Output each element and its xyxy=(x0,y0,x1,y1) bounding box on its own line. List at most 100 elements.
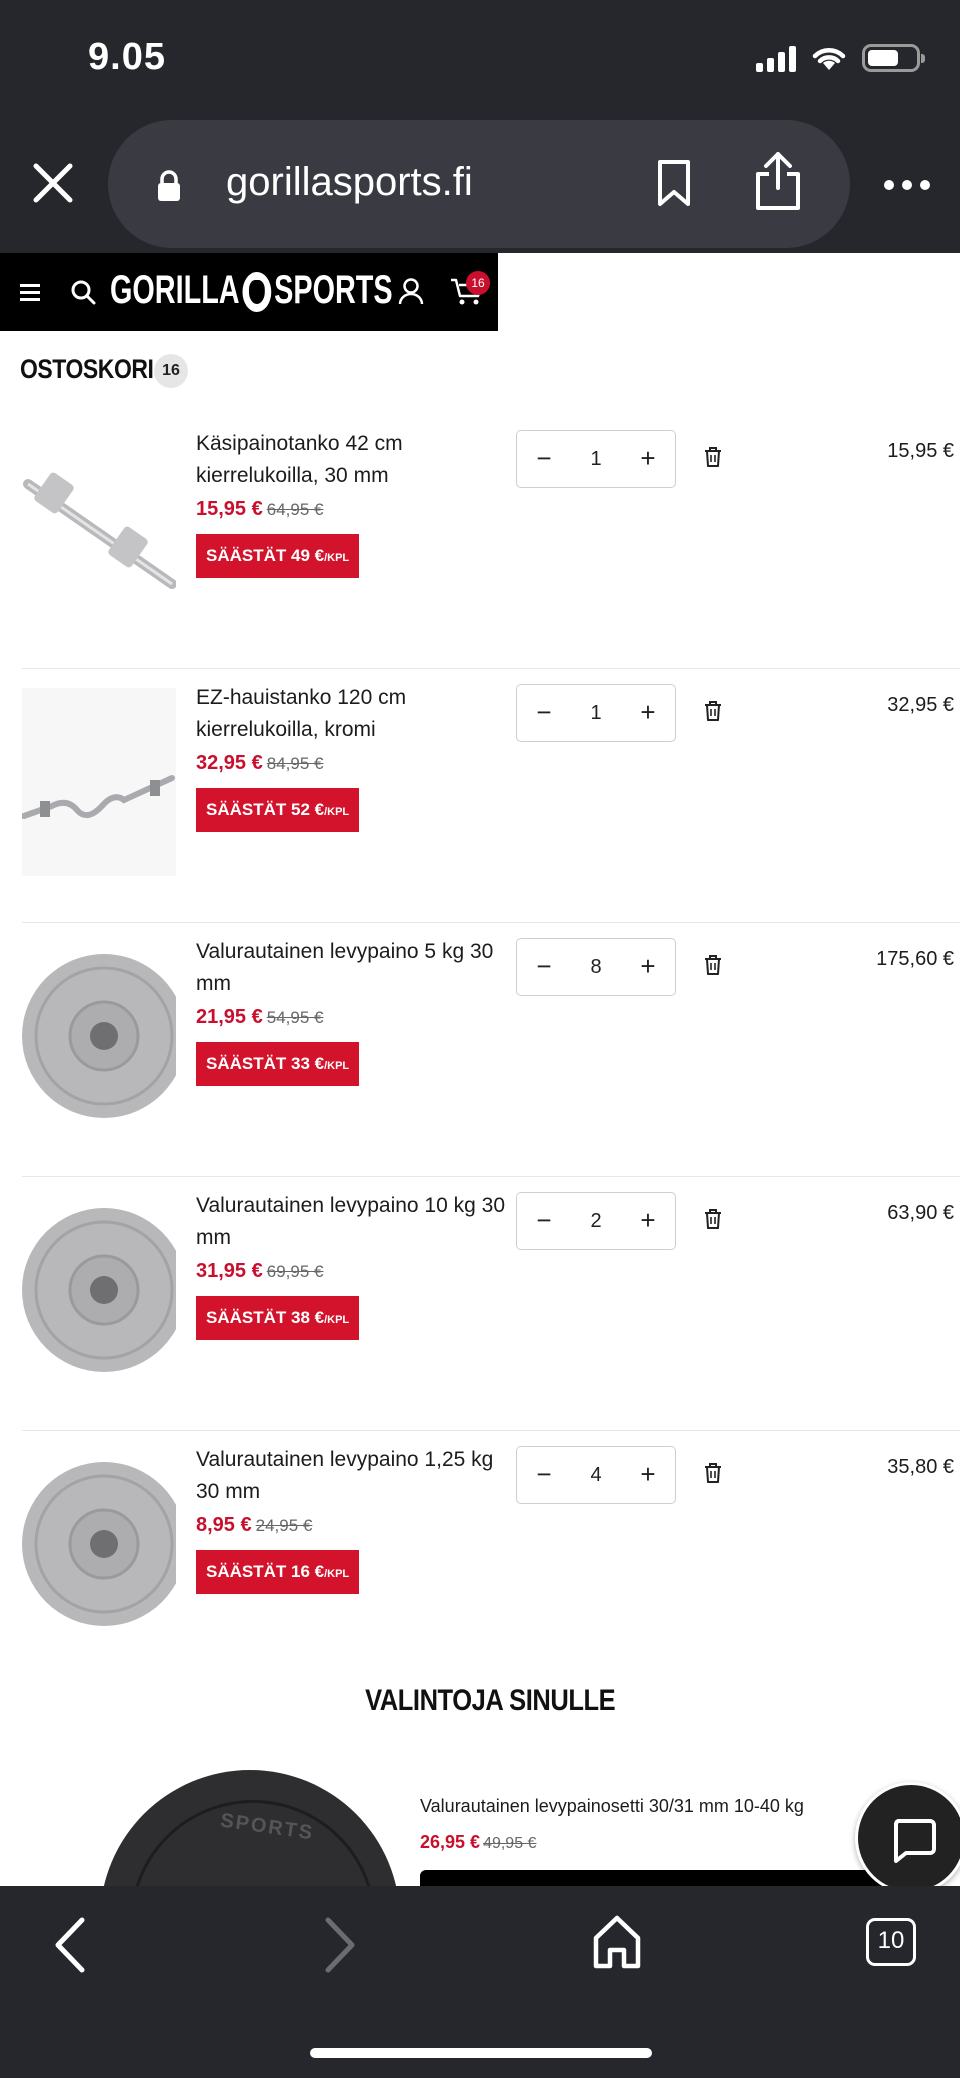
savings-unit: /KPL xyxy=(324,1060,350,1072)
product-name[interactable]: Valurautainen levypaino 1,25 kg 30 mm xyxy=(196,1444,506,1508)
quantity-stepper: −4 + xyxy=(516,1446,676,1504)
cart-count-badge: 16 xyxy=(466,271,490,295)
url-bar[interactable]: gorillasports.fi xyxy=(108,120,850,248)
tabs-button[interactable]: 10 xyxy=(866,1918,916,1966)
quantity-value[interactable]: 2 xyxy=(567,1193,625,1249)
product-name[interactable]: Valurautainen levypaino 5 kg 30 mm xyxy=(196,936,506,1000)
home-indicator xyxy=(310,2048,652,2058)
close-icon[interactable] xyxy=(30,160,76,206)
gorilla-logo-icon xyxy=(242,271,272,312)
line-total: 175,60 € xyxy=(876,948,954,970)
savings-amount: SÄÄSTÄT 52 € xyxy=(206,800,325,819)
product-image[interactable] xyxy=(22,942,176,1130)
quantity-value[interactable]: 4 xyxy=(567,1447,625,1503)
decrease-quantity-button[interactable]: − xyxy=(519,685,569,741)
savings-badge: SÄÄSTÄT 38 €/KPL xyxy=(196,1296,360,1340)
savings-amount: SÄÄSTÄT 33 € xyxy=(206,1054,325,1073)
browser-top-chrome: 9.05 gorillasports.fi xyxy=(0,0,960,253)
site-logo[interactable]: GORILLA SPORTS xyxy=(110,265,502,315)
site-header: GORILLA SPORTS 16 xyxy=(0,253,498,331)
cart-item: EZ-hauistanko 120 cm kierrelukoilla, kro… xyxy=(0,668,960,936)
savings-amount: SÄÄSTÄT 38 € xyxy=(206,1308,325,1327)
price-now: 15,95 € xyxy=(196,498,263,520)
battery-level xyxy=(868,50,899,66)
trash-icon[interactable] xyxy=(704,446,722,468)
quantity-stepper: −2 + xyxy=(516,1192,676,1250)
product-name[interactable]: Käsipainotanko 42 cm kierrelukoilla, 30 … xyxy=(196,428,506,492)
back-icon[interactable] xyxy=(50,1916,90,1974)
price-now: 8,95 € xyxy=(196,1514,252,1536)
product-image[interactable] xyxy=(22,688,176,876)
trash-icon[interactable] xyxy=(704,1208,722,1230)
search-icon[interactable] xyxy=(70,279,96,305)
menu-icon[interactable] xyxy=(20,284,40,305)
trash-icon[interactable] xyxy=(704,1462,722,1484)
increase-quantity-button[interactable]: + xyxy=(623,1193,673,1249)
savings-badge: SÄÄSTÄT 52 €/KPL xyxy=(196,788,360,832)
trash-icon[interactable] xyxy=(704,700,722,722)
savings-badge: SÄÄSTÄT 49 €/KPL xyxy=(196,534,360,578)
price-row: 21,95 €54,95 € xyxy=(196,1006,323,1029)
status-icons xyxy=(756,44,925,72)
quantity-value[interactable]: 1 xyxy=(567,431,625,487)
savings-unit: /KPL xyxy=(324,1314,350,1326)
item-divider xyxy=(22,668,960,669)
cart-item: Valurautainen levypaino 5 kg 30 mm 21,95 … xyxy=(0,922,960,1190)
product-name[interactable]: EZ-hauistanko 120 cm kierrelukoilla, kro… xyxy=(196,682,506,746)
battery-icon xyxy=(862,44,925,72)
decrease-quantity-button[interactable]: − xyxy=(519,431,569,487)
user-icon[interactable] xyxy=(398,277,424,305)
price-old: 64,95 € xyxy=(266,500,324,519)
price-old: 69,95 € xyxy=(266,1262,324,1281)
item-divider xyxy=(22,922,960,923)
cart-item: Valurautainen levypaino 1,25 kg 30 mm 8,9… xyxy=(0,1430,960,1698)
product-name[interactable]: Valurautainen levypaino 10 kg 30 mm xyxy=(196,1190,506,1254)
lock-icon xyxy=(158,170,180,201)
url-text: gorillasports.fi xyxy=(226,160,473,204)
share-icon[interactable] xyxy=(754,150,802,212)
price-row: 15,95 €64,95 € xyxy=(196,498,323,521)
trash-icon[interactable] xyxy=(704,954,722,976)
product-image[interactable] xyxy=(22,1196,176,1384)
increase-quantity-button[interactable]: + xyxy=(623,939,673,995)
item-divider xyxy=(22,1430,960,1431)
decrease-quantity-button[interactable]: − xyxy=(519,1193,569,1249)
quantity-value[interactable]: 1 xyxy=(567,685,625,741)
savings-unit: /KPL xyxy=(324,1568,350,1580)
signal-icon xyxy=(756,44,796,72)
increase-quantity-button[interactable]: + xyxy=(623,431,673,487)
plate-engraving: SPORTS xyxy=(218,1809,316,1845)
line-total: 15,95 € xyxy=(887,440,954,462)
wifi-icon xyxy=(812,48,846,70)
savings-amount: SÄÄSTÄT 49 € xyxy=(206,546,325,565)
recommended-product-price: 26,95 €49,95 € xyxy=(420,1832,536,1853)
product-image[interactable] xyxy=(22,1450,176,1638)
increase-quantity-button[interactable]: + xyxy=(623,685,673,741)
decrease-quantity-button[interactable]: − xyxy=(519,939,569,995)
quantity-stepper: −1 + xyxy=(516,684,676,742)
savings-amount: SÄÄSTÄT 16 € xyxy=(206,1562,325,1581)
bookmark-icon[interactable] xyxy=(656,158,692,208)
recommended-product-name[interactable]: Valurautainen levypainosetti 30/31 mm 10… xyxy=(420,1796,804,1817)
price-old: 24,95 € xyxy=(255,1516,313,1535)
savings-unit: /KPL xyxy=(324,806,350,818)
forward-icon[interactable] xyxy=(320,1916,360,1974)
cart-item: Käsipainotanko 42 cm kierrelukoilla, 30 … xyxy=(0,428,960,682)
line-total: 32,95 € xyxy=(887,694,954,716)
savings-badge: SÄÄSTÄT 16 €/KPL xyxy=(196,1550,360,1594)
decrease-quantity-button[interactable]: − xyxy=(519,1447,569,1503)
product-image[interactable] xyxy=(22,434,176,622)
chat-icon xyxy=(893,1819,936,1863)
quantity-stepper: −1 + xyxy=(516,430,676,488)
price-row: 31,95 €69,95 € xyxy=(196,1260,323,1283)
increase-quantity-button[interactable]: + xyxy=(623,1447,673,1503)
line-total: 35,80 € xyxy=(887,1456,954,1478)
quantity-value[interactable]: 8 xyxy=(567,939,625,995)
quantity-stepper: −8 + xyxy=(516,938,676,996)
chat-button[interactable] xyxy=(855,1782,960,1894)
item-divider xyxy=(22,1176,960,1177)
home-icon[interactable] xyxy=(592,1914,642,1970)
cart-item-count: 16 xyxy=(154,354,188,388)
more-options-icon[interactable] xyxy=(884,180,930,190)
browser-bottom-toolbar: 10 xyxy=(0,1886,960,2078)
